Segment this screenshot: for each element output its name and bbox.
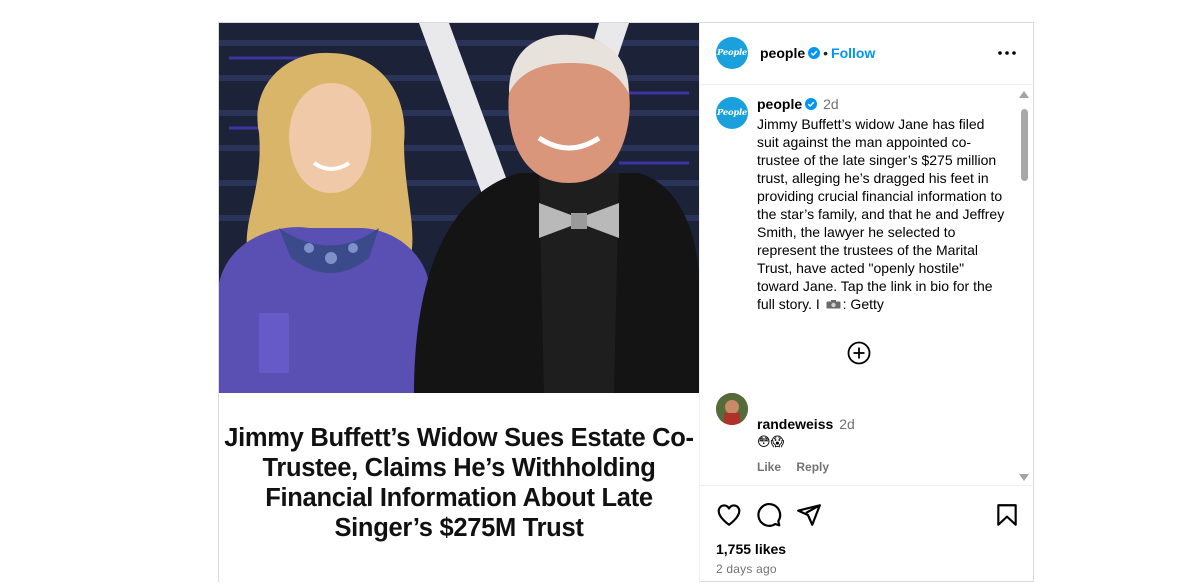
avatar-logo-text: People [716,48,748,58]
scrollbar-thumb[interactable] [1021,109,1028,181]
comment-icon[interactable] [756,502,782,528]
post-media[interactable]: Jimmy Buffett’s Widow Sues Estate Co-Tru… [219,23,699,583]
bookmark-icon[interactable] [994,502,1020,528]
screaming-face-emoji: 😱 [770,434,785,449]
follow-button[interactable]: Follow [831,45,875,61]
scroll-up-arrow-icon[interactable] [1018,89,1030,99]
caption-username[interactable]: people [757,96,802,112]
scrollbar[interactable] [1018,89,1030,483]
post-side-panel: People people • Follow People people 2d Jim… [699,23,1035,583]
post-header: People people • Follow [700,23,1035,85]
verified-badge-icon [805,98,818,110]
caption-text: Jimmy Buffett’s widow Jane has filed sui… [757,115,1007,313]
header-username[interactable]: people [760,45,805,61]
caption-avatar[interactable]: People [716,97,748,129]
avatar-logo-text: People [716,108,748,118]
verified-badge-icon [808,47,821,59]
comment-reply-button[interactable]: Reply [796,460,829,474]
flushed-face-emoji: 😳 [757,434,771,449]
post-headline: Jimmy Buffett’s Widow Sues Estate Co-Tru… [224,424,694,542]
profile-avatar[interactable]: People [716,37,748,69]
comment-time[interactable]: 2d [839,416,855,432]
post-actions: 1,755 likes 2 days ago [700,485,1035,586]
post-caption: people 2d Jimmy Buffett’s widow Jane has … [757,95,1007,313]
caption-credit: : Getty [842,296,884,312]
share-icon[interactable] [796,502,822,528]
comment-user-line: randeweiss 2d [757,416,855,432]
comment-like-button[interactable]: Like [757,460,781,474]
comment-username[interactable]: randeweiss [757,416,833,432]
caption-body: Jimmy Buffett’s widow Jane has filed sui… [757,116,1005,312]
header-separator: • [823,45,829,61]
caption-time[interactable]: 2d [823,96,839,112]
comment-avatar-image [716,393,748,425]
couple-photo-illustration [219,23,699,393]
instagram-post: Jimmy Buffett’s Widow Sues Estate Co-Tru… [218,22,1035,583]
plus-circle-icon[interactable] [847,341,871,365]
header-user-line: people • Follow [760,45,875,63]
likes-count[interactable]: 1,755 likes [716,541,786,557]
comment-avatar[interactable] [716,393,748,425]
more-horizontal-icon[interactable] [997,43,1017,63]
scroll-down-arrow-icon[interactable] [1018,473,1030,483]
heart-icon[interactable] [716,502,742,528]
camera-icon [826,300,841,309]
post-photo [219,23,699,393]
comment-actions: Like Reply [757,460,829,474]
comment-text: 😳😱 [757,434,784,450]
caption-user-line: people 2d [757,95,1007,113]
comments-scroll-area[interactable]: People people 2d Jimmy Buffett’s widow Ja… [700,85,1035,485]
